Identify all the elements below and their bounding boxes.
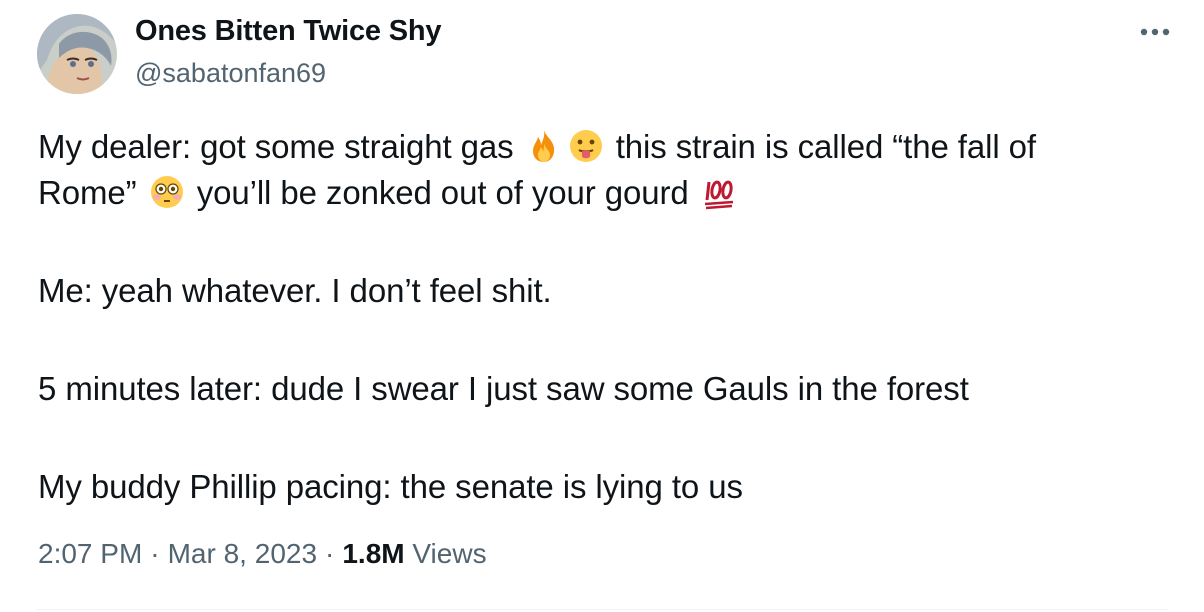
- fire-emoji: [526, 128, 562, 164]
- tweet-time[interactable]: 2:07 PM: [38, 538, 142, 569]
- more-horizontal-icon: [1140, 28, 1170, 36]
- avatar-image: [37, 14, 117, 94]
- display-name[interactable]: Ones Bitten Twice Shy: [135, 15, 441, 48]
- tweet-date[interactable]: Mar 8, 2023: [168, 538, 317, 569]
- tweet-paragraph-1: My dealer: got some straight gas this st…: [38, 124, 1168, 216]
- tweet-paragraph-4: My buddy Phillip pacing: the senate is l…: [38, 468, 743, 505]
- tweet-text-line: this strain is called “the fall of: [615, 128, 1036, 165]
- tweet-text-line: Rome”: [38, 174, 137, 211]
- flushed-face-emoji: [149, 174, 185, 210]
- tweet-text: My dealer: got some straight gas this st…: [38, 124, 1168, 510]
- tweet-card: Ones Bitten Twice Shy @sabatonfan69 My d…: [0, 0, 1204, 612]
- separator-dot: ·: [325, 538, 335, 569]
- more-options-button[interactable]: [1136, 20, 1174, 44]
- hundred-points-emoji: [701, 174, 737, 210]
- views-count[interactable]: 1.8M: [342, 538, 404, 569]
- user-handle[interactable]: @sabatonfan69: [135, 58, 326, 89]
- avatar[interactable]: [37, 14, 117, 94]
- tongue-out-emoji: [568, 128, 604, 164]
- tweet-paragraph-2: Me: yeah whatever. I don’t feel shit.: [38, 272, 552, 309]
- tweet-text-line: you’ll be zonked out of your gourd: [196, 174, 689, 211]
- views-label: Views: [412, 538, 487, 569]
- separator-dot: ·: [150, 538, 160, 569]
- divider: [36, 609, 1168, 610]
- tweet-metadata: 2:07 PM · Mar 8, 2023 · 1.8M Views: [38, 538, 487, 570]
- tweet-paragraph-3: 5 minutes later: dude I swear I just saw…: [38, 370, 969, 407]
- tweet-text-line: My dealer: got some straight gas: [38, 128, 514, 165]
